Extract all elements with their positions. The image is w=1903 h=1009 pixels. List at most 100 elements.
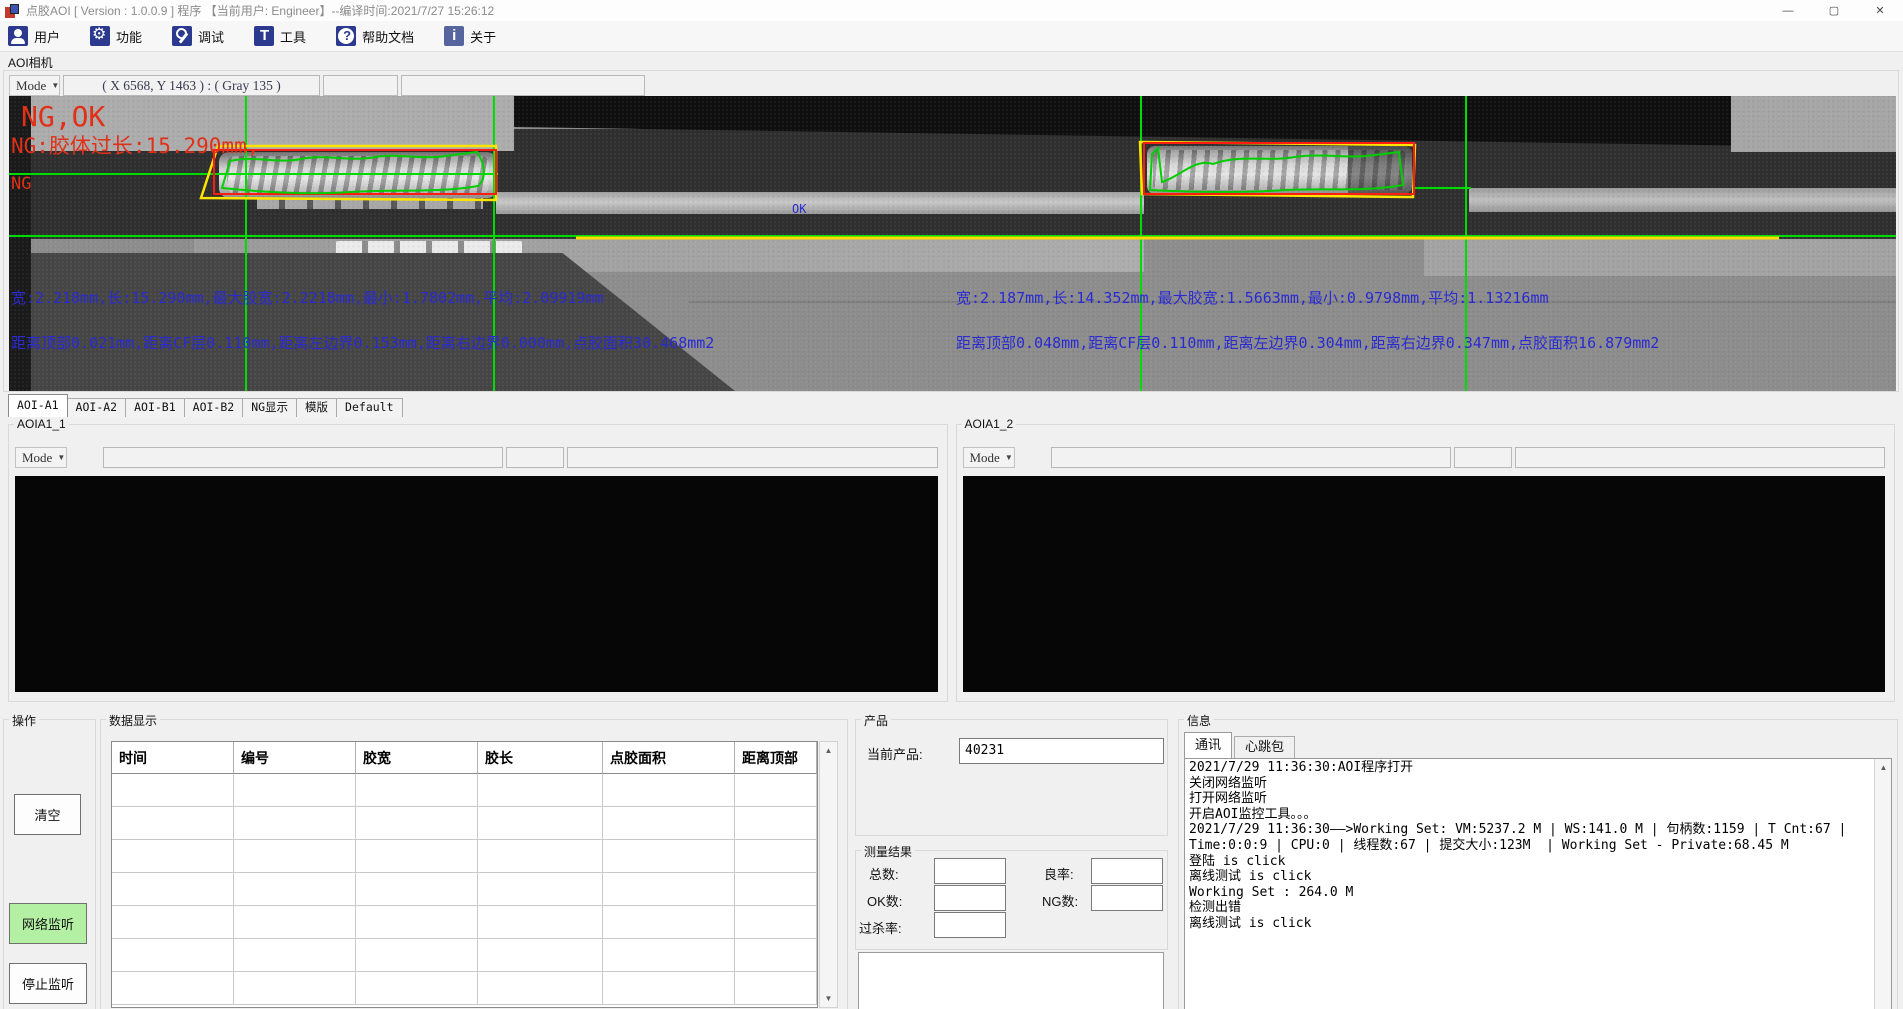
- view-tab[interactable]: AOI-B1: [125, 398, 185, 417]
- communication-log[interactable]: 2021/7/29 11:36:30:AOI程序打开 关闭网络监听 打开网络监听…: [1184, 758, 1892, 1009]
- table-cell[interactable]: [356, 939, 478, 972]
- close-button[interactable]: ✕: [1857, 0, 1903, 21]
- sub-panel-field-1[interactable]: [103, 447, 503, 468]
- menu-user[interactable]: 用户: [8, 26, 60, 46]
- log-line: 开启AOI监控工具。。。: [1189, 807, 1871, 823]
- table-cell[interactable]: [478, 906, 603, 939]
- view-tab[interactable]: AOI-A1: [8, 394, 68, 417]
- table-cell[interactable]: [112, 774, 234, 807]
- table-header-cell[interactable]: 编号: [234, 742, 356, 774]
- menu-function[interactable]: 功能: [90, 26, 142, 46]
- ok-count-label: OK数:: [867, 891, 902, 910]
- camera-mode-dropdown[interactable]: Mode ▼: [9, 75, 60, 96]
- sub-panel-mode-dropdown[interactable]: Mode ▼: [963, 447, 1015, 468]
- sub-panel-field-3[interactable]: [567, 447, 938, 468]
- current-product-input[interactable]: 40231: [959, 738, 1164, 764]
- table-cell[interactable]: [735, 807, 817, 840]
- stop-listen-button[interactable]: 停止监听: [9, 963, 87, 1004]
- table-header-cell[interactable]: 胶长: [478, 742, 603, 774]
- scroll-up-icon[interactable]: ▲: [820, 742, 837, 759]
- table-header-cell[interactable]: 胶宽: [356, 742, 478, 774]
- sub-panel-mode-dropdown[interactable]: Mode ▼: [15, 447, 67, 468]
- table-cell[interactable]: [356, 873, 478, 906]
- table-cell[interactable]: [735, 972, 817, 1005]
- info-tab-label: 通讯: [1195, 737, 1221, 752]
- table-cell[interactable]: [234, 873, 356, 906]
- table-cell[interactable]: [112, 873, 234, 906]
- log-line: 2021/7/29 11:36:30:AOI程序打开: [1189, 760, 1871, 776]
- table-cell[interactable]: [735, 840, 817, 873]
- table-cell[interactable]: [603, 906, 735, 939]
- yield-label: 良率:: [1044, 864, 1074, 883]
- table-cell[interactable]: [234, 774, 356, 807]
- info-tab[interactable]: 通讯: [1184, 732, 1232, 758]
- scroll-up-icon[interactable]: ▲: [1875, 759, 1892, 776]
- user-icon: [8, 26, 28, 46]
- table-header-cell[interactable]: 距离顶部: [735, 742, 817, 774]
- table-cell[interactable]: [735, 939, 817, 972]
- log-line: 检测出错: [1189, 900, 1871, 916]
- table-cell[interactable]: [234, 807, 356, 840]
- table-cell[interactable]: [478, 807, 603, 840]
- table-cell[interactable]: [112, 840, 234, 873]
- table-cell[interactable]: [234, 972, 356, 1005]
- table-cell[interactable]: [356, 972, 478, 1005]
- table-cell[interactable]: [112, 972, 234, 1005]
- table-cell[interactable]: [356, 774, 478, 807]
- sub-panel-field-3[interactable]: [1515, 447, 1886, 468]
- table-cell[interactable]: [603, 774, 735, 807]
- view-tab[interactable]: AOI-B2: [184, 398, 244, 417]
- menu-tools[interactable]: 工具: [254, 26, 306, 46]
- view-tab[interactable]: 模版: [296, 398, 337, 417]
- menu-help[interactable]: 帮助文档: [336, 26, 414, 46]
- sub-panel-field-2[interactable]: [506, 447, 564, 468]
- view-tab[interactable]: AOI-A2: [67, 398, 127, 417]
- log-scrollbar[interactable]: ▲: [1874, 759, 1891, 1009]
- table-cell[interactable]: [603, 807, 735, 840]
- sub-panel-field-2[interactable]: [1454, 447, 1512, 468]
- camera-field-3[interactable]: [401, 75, 645, 96]
- table-cell[interactable]: [478, 972, 603, 1005]
- table-header-cell[interactable]: 点胶面积: [603, 742, 735, 774]
- table-cell[interactable]: [234, 939, 356, 972]
- table-vertical-scrollbar[interactable]: ▲ ▼: [819, 741, 838, 1008]
- menu-debug[interactable]: 调试: [172, 26, 224, 46]
- table-cell[interactable]: [478, 873, 603, 906]
- table-cell[interactable]: [112, 906, 234, 939]
- table-cell[interactable]: [603, 840, 735, 873]
- table-row: [112, 807, 817, 840]
- table-cell[interactable]: [603, 873, 735, 906]
- table-row: [112, 939, 817, 972]
- data-table: 时间 编号 胶宽 胶长 点胶面积 距离顶部: [111, 741, 818, 1008]
- camera-field-2[interactable]: [323, 75, 398, 96]
- table-cell[interactable]: [735, 873, 817, 906]
- table-cell[interactable]: [603, 939, 735, 972]
- window-title: 点胶AOI [ Version : 1.0.0.9 ] 程序 【当前用户: En…: [26, 2, 494, 19]
- camera-image-view[interactable]: NG,OK NG:胶体过长:15.290mm, NG OK 宽:2.218mm,…: [9, 96, 1896, 391]
- table-cell[interactable]: [234, 906, 356, 939]
- table-cell[interactable]: [478, 840, 603, 873]
- table-cell[interactable]: [735, 774, 817, 807]
- view-tab[interactable]: NG显示: [242, 398, 297, 417]
- table-cell[interactable]: [112, 939, 234, 972]
- menu-about[interactable]: 关于: [444, 26, 496, 46]
- table-cell[interactable]: [356, 840, 478, 873]
- table-cell[interactable]: [478, 774, 603, 807]
- table-cell[interactable]: [735, 906, 817, 939]
- maximize-button[interactable]: ▢: [1811, 0, 1857, 21]
- table-cell[interactable]: [603, 972, 735, 1005]
- table-cell[interactable]: [112, 807, 234, 840]
- table-header-cell[interactable]: 时间: [112, 742, 234, 774]
- table-cell[interactable]: [356, 807, 478, 840]
- table-cell[interactable]: [478, 939, 603, 972]
- sub-panel-field-1[interactable]: [1051, 447, 1451, 468]
- inspection-overlay: NG,OK NG:胶体过长:15.290mm, NG OK 宽:2.218mm,…: [9, 96, 1896, 391]
- minimize-button[interactable]: —: [1765, 0, 1811, 21]
- scroll-down-icon[interactable]: ▼: [820, 990, 837, 1007]
- table-cell[interactable]: [356, 906, 478, 939]
- view-tab[interactable]: Default: [336, 398, 402, 417]
- table-cell[interactable]: [234, 840, 356, 873]
- network-listen-button[interactable]: 网络监听: [9, 903, 87, 944]
- info-tab[interactable]: 心跳包: [1234, 736, 1295, 758]
- clear-button[interactable]: 清空: [14, 794, 81, 835]
